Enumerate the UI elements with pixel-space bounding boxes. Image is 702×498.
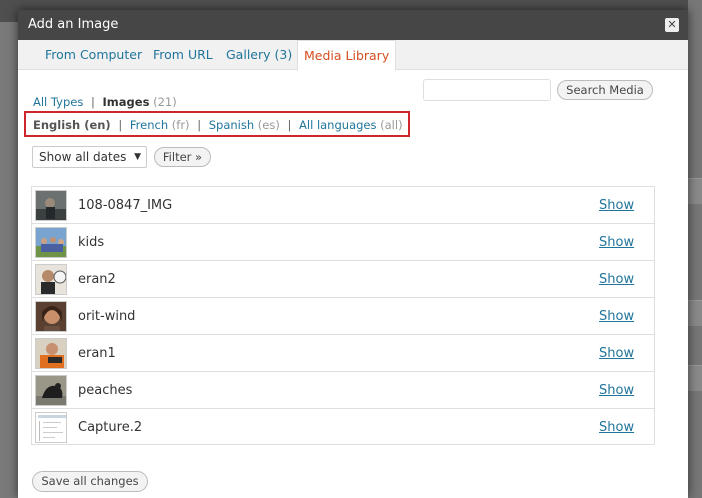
media-row: peaches Show bbox=[32, 372, 654, 409]
thumbnail-image bbox=[35, 338, 67, 369]
media-title: peaches bbox=[78, 383, 133, 398]
dialog-header: Add an Image ✕ bbox=[18, 10, 688, 40]
media-row: eran2 Show bbox=[32, 261, 654, 298]
separator: | bbox=[90, 95, 95, 109]
language-filter-highlight: English (en) | French (fr) | Spanish (es… bbox=[24, 111, 410, 137]
media-title: orit-wind bbox=[78, 309, 136, 324]
tab-from-url[interactable]: From URL bbox=[153, 40, 213, 70]
language-all-code: (all) bbox=[380, 118, 403, 132]
date-filter-value: Show all dates bbox=[39, 150, 127, 164]
media-title: eran2 bbox=[78, 272, 116, 287]
background-panel bbox=[688, 178, 702, 204]
media-row: Capture.2 Show bbox=[32, 409, 654, 446]
show-link[interactable]: Show bbox=[599, 346, 634, 361]
thumbnail-image bbox=[35, 227, 67, 258]
show-link[interactable]: Show bbox=[599, 420, 634, 435]
language-english-current: English (en) bbox=[33, 118, 111, 132]
images-type-current: Images bbox=[102, 95, 150, 109]
tab-from-computer[interactable]: From Computer bbox=[45, 40, 142, 70]
dropdown-arrow-icon: ▼ bbox=[134, 152, 141, 162]
thumbnail-image bbox=[35, 301, 67, 332]
tab-bar: From Computer From URL Gallery (3) Media… bbox=[18, 40, 688, 71]
all-types-link[interactable]: All Types bbox=[33, 95, 83, 109]
media-title: eran1 bbox=[78, 346, 116, 361]
close-icon[interactable]: ✕ bbox=[665, 18, 679, 32]
media-row: kids Show bbox=[32, 224, 654, 261]
language-french-link[interactable]: French bbox=[130, 118, 168, 132]
thumbnail-image bbox=[35, 412, 67, 443]
separator: | bbox=[197, 118, 202, 132]
images-count: (21) bbox=[153, 95, 177, 109]
background-panel bbox=[688, 365, 702, 391]
thumbnail-image bbox=[35, 190, 67, 221]
show-link[interactable]: Show bbox=[599, 309, 634, 324]
show-link[interactable]: Show bbox=[599, 383, 634, 398]
background-right-column bbox=[688, 0, 702, 498]
media-title: 108-0847_IMG bbox=[78, 198, 173, 213]
language-filter: English (en) | French (fr) | Spanish (es… bbox=[33, 118, 403, 132]
media-list: 108-0847_IMG Show kids Show eran2 Show o… bbox=[31, 186, 655, 445]
type-filter: All Types | Images (21) bbox=[33, 95, 177, 109]
media-title: Capture.2 bbox=[78, 420, 143, 435]
add-image-dialog: Add an Image ✕ From Computer From URL Ga… bbox=[18, 10, 688, 498]
filter-button[interactable]: Filter » bbox=[154, 147, 211, 167]
separator: | bbox=[287, 118, 292, 132]
media-row: 108-0847_IMG Show bbox=[32, 187, 654, 224]
thumbnail-image bbox=[35, 375, 67, 406]
separator: | bbox=[118, 118, 123, 132]
dialog-title: Add an Image bbox=[28, 17, 119, 32]
media-title: kids bbox=[78, 235, 105, 250]
language-all-link[interactable]: All languages bbox=[299, 118, 376, 132]
search-input[interactable] bbox=[423, 79, 551, 101]
tab-media-library[interactable]: Media Library bbox=[297, 40, 397, 71]
language-french-code: (fr) bbox=[171, 118, 190, 132]
tab-gallery[interactable]: Gallery (3) bbox=[226, 40, 292, 70]
show-link[interactable]: Show bbox=[599, 198, 634, 213]
media-row: eran1 Show bbox=[32, 335, 654, 372]
thumbnail-image bbox=[35, 264, 67, 295]
search-media-button[interactable]: Search Media bbox=[557, 80, 653, 100]
language-spanish-code: (es) bbox=[257, 118, 280, 132]
background-panel bbox=[688, 300, 702, 326]
language-spanish-link[interactable]: Spanish bbox=[209, 118, 254, 132]
show-link[interactable]: Show bbox=[599, 235, 634, 250]
date-filter-select[interactable]: Show all dates ▼ bbox=[32, 146, 147, 168]
show-link[interactable]: Show bbox=[599, 272, 634, 287]
save-all-changes-button[interactable]: Save all changes bbox=[32, 471, 148, 492]
media-row: orit-wind Show bbox=[32, 298, 654, 335]
